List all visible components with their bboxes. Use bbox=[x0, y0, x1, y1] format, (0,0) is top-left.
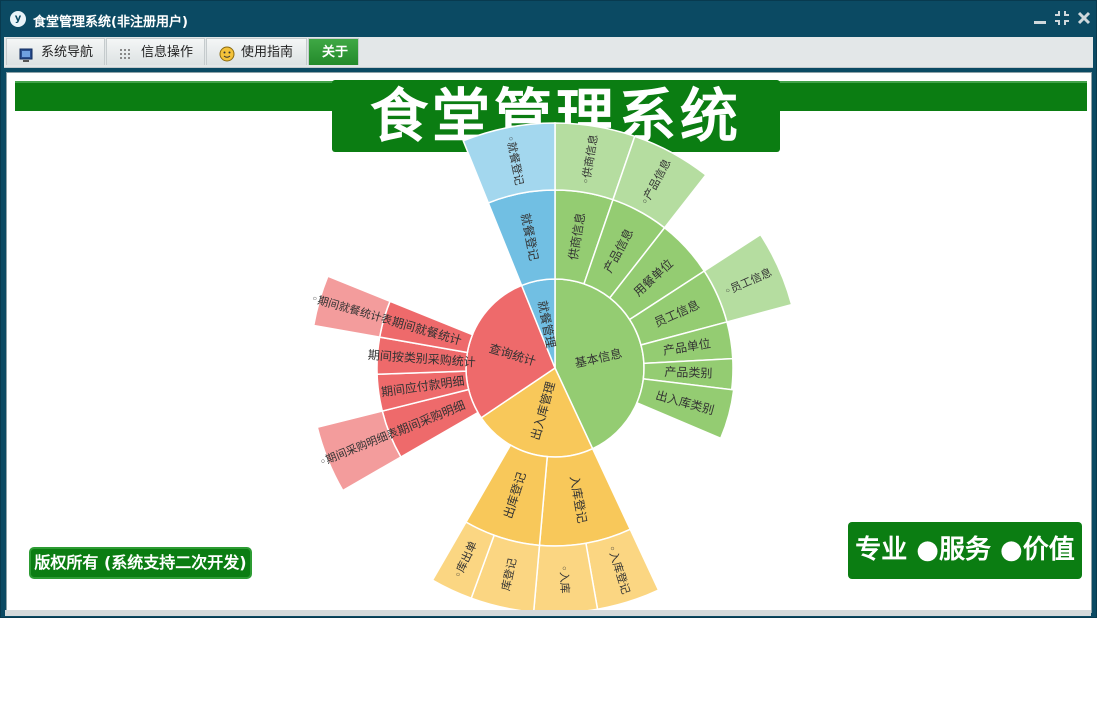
tab-label: 关于 bbox=[322, 45, 349, 60]
outer-segment[interactable]: ◦期间就餐统计表 bbox=[310, 275, 394, 338]
app-logo-icon: y bbox=[10, 11, 26, 27]
window-title: 食堂管理系统(非注册用户) bbox=[33, 15, 188, 30]
menu-bar: 系统导航 信息操作 使用指南 关于 bbox=[4, 37, 1093, 68]
app-window: y 食堂管理系统(非注册用户) 系统导航 信息操作 使用指南 关于 食堂管理系统… bbox=[0, 0, 1097, 618]
copyright-label: 版权所有 (系统支持二次开发) bbox=[29, 547, 252, 579]
tab-system-navigation[interactable]: 系统导航 bbox=[6, 38, 105, 65]
middle-label: 产品类别 bbox=[664, 365, 712, 381]
tab-information-operations[interactable]: 信息操作 bbox=[106, 38, 205, 65]
middle-segment[interactable]: 出入库类别 bbox=[635, 378, 735, 440]
restore-icon[interactable] bbox=[1053, 9, 1071, 27]
tab-label: 系统导航 bbox=[41, 45, 94, 60]
title-bar[interactable]: y 食堂管理系统(非注册用户) bbox=[1, 1, 1096, 37]
outer-segment[interactable]: ◦入库登记 bbox=[585, 528, 660, 611]
outer-segment[interactable]: ◦入库 bbox=[532, 542, 599, 613]
tab-label: 使用指南 bbox=[241, 45, 294, 60]
close-icon[interactable] bbox=[1075, 9, 1093, 27]
grid-icon bbox=[119, 45, 133, 59]
tab-about[interactable]: 关于 bbox=[308, 38, 359, 65]
middle-segment-shape[interactable] bbox=[487, 189, 556, 287]
outer-label: ◦入库 bbox=[557, 565, 571, 594]
window-bottom-edge bbox=[5, 610, 1091, 616]
monitor-icon bbox=[19, 45, 33, 62]
tab-user-guide[interactable]: 使用指南 bbox=[206, 38, 307, 65]
tab-label: 信息操作 bbox=[141, 45, 194, 60]
smiley-icon bbox=[219, 45, 235, 62]
outer-segment[interactable]: ◦就餐登记 bbox=[462, 122, 556, 204]
middle-segment[interactable]: 就餐登记 bbox=[487, 189, 556, 287]
content-panel: 食堂管理系统 基本信息 出入库管理 查询统计 就餐管理 供商信息 产品信息 用餐单位 员工信息… bbox=[6, 72, 1092, 613]
slogan-badge: 专业 ●服务 ●价值 bbox=[848, 522, 1082, 579]
middle-segment[interactable]: 入库登记 bbox=[538, 447, 632, 547]
minimize-icon[interactable] bbox=[1031, 9, 1049, 27]
